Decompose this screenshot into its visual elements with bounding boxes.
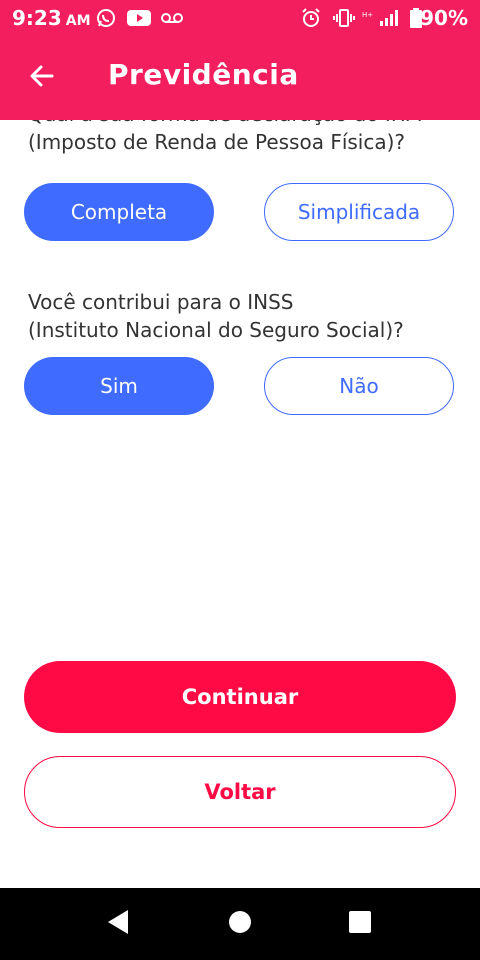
option-nao[interactable]: Não xyxy=(264,357,454,415)
status-ampm: AM xyxy=(65,13,91,29)
nav-back-button[interactable] xyxy=(98,910,138,938)
form-content: Qual a sua forma de declaração do IRPF (… xyxy=(0,102,480,888)
back-button[interactable] xyxy=(20,56,64,100)
app-header: 9:23 AM H+ 90% Previdência xyxy=(0,0,480,120)
status-time-value: 9:23 xyxy=(12,6,62,30)
svg-text:H+: H+ xyxy=(362,11,373,19)
system-nav-bar xyxy=(0,888,480,960)
voicemail-icon xyxy=(160,6,184,30)
nav-home-button[interactable] xyxy=(220,910,260,938)
option-completa[interactable]: Completa xyxy=(24,183,214,241)
app-bar: Previdência xyxy=(0,44,480,114)
youtube-icon xyxy=(126,6,152,30)
question-inss-line2: (Instituto Nacional do Seguro Social)? xyxy=(28,318,404,342)
whatsapp-icon xyxy=(95,6,117,30)
recents-square-icon xyxy=(348,910,372,938)
status-time: 9:23 AM xyxy=(12,6,91,30)
question-inss-line1: Você contribui para o INSS xyxy=(28,290,294,314)
back-triangle-icon xyxy=(106,909,130,939)
status-bar: 9:23 AM H+ 90% xyxy=(0,0,480,36)
option-simplificada[interactable]: Simplificada xyxy=(264,183,454,241)
continue-button[interactable]: Continuar xyxy=(24,661,456,733)
page-title: Previdência xyxy=(108,58,299,91)
signal-icon: H+ xyxy=(362,6,402,30)
battery-percent: 90% xyxy=(420,6,468,30)
vibrate-icon xyxy=(333,6,355,30)
nav-recents-button[interactable] xyxy=(340,910,380,938)
question-inss: Você contribui para o INSS (Instituto Na… xyxy=(28,288,404,344)
option-sim[interactable]: Sim xyxy=(24,357,214,415)
question-irpf-line2: (Imposto de Renda de Pessoa Física)? xyxy=(28,130,406,154)
arrow-left-icon xyxy=(28,62,56,94)
back-action-button[interactable]: Voltar xyxy=(24,756,456,828)
home-circle-icon xyxy=(228,910,252,938)
alarm-icon xyxy=(300,6,322,30)
